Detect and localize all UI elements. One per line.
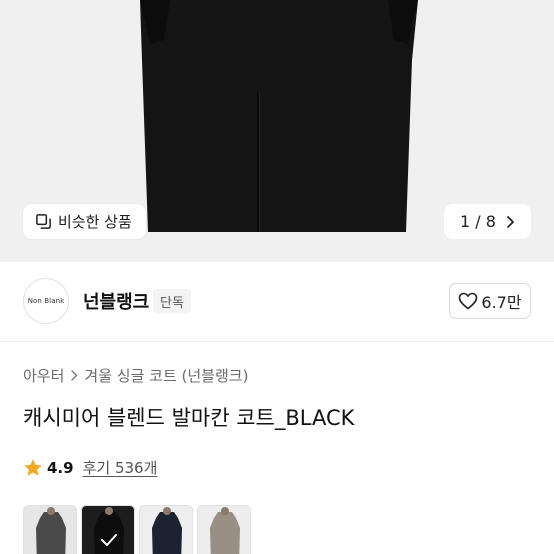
brand-logo[interactable]: Non Blank <box>23 278 69 324</box>
chevron-right-icon <box>71 370 78 381</box>
rating-score: 4.9 <box>47 458 74 477</box>
pager-text: 1 / 8 <box>460 212 496 231</box>
swatch-image <box>198 506 250 554</box>
pager-separator: / <box>475 212 481 231</box>
brand-name[interactable]: 넌블랭크 <box>83 288 149 314</box>
heart-icon <box>459 292 478 310</box>
image-pager[interactable]: 1 / 8 <box>444 204 531 239</box>
breadcrumb-item[interactable]: 겨울 싱글 코트 (넌블랭크) <box>84 365 248 386</box>
breadcrumb: 아우터 겨울 싱글 코트 (넌블랭크) <box>23 365 248 386</box>
exclusive-badge: 단독 <box>153 289 191 313</box>
brand-row: Non Blank 넌블랭크 단독 6.7만 <box>0 262 554 342</box>
brand-like-count: 6.7만 <box>481 293 522 312</box>
pager-current: 1 <box>460 212 471 231</box>
pager-total: 8 <box>485 212 496 231</box>
color-swatch-beige[interactable] <box>197 505 251 554</box>
product-image-gallery[interactable]: 비슷한 상품 1 / 8 <box>0 0 554 262</box>
swatch-image <box>140 506 192 554</box>
brand-logo-text: Non Blank <box>27 297 65 305</box>
breadcrumb-item[interactable]: 아우터 <box>23 365 64 386</box>
reviews-link[interactable]: 후기 536개 <box>83 457 158 478</box>
product-title: 캐시미어 블렌드 발마칸 코트_BLACK <box>23 406 355 430</box>
color-swatch-charcoal[interactable] <box>23 505 77 554</box>
rating-summary: 4.9 후기 536개 <box>23 457 157 478</box>
selected-check <box>82 506 134 554</box>
brand-like-button[interactable]: 6.7만 <box>449 283 531 319</box>
similar-products-label: 비슷한 상품 <box>58 213 132 231</box>
color-swatch-black[interactable] <box>81 505 135 554</box>
color-swatch-navy[interactable] <box>139 505 193 554</box>
chevron-right-icon <box>507 215 514 228</box>
star-icon <box>24 458 42 476</box>
color-options <box>23 505 251 554</box>
similar-products-button[interactable]: 비슷한 상품 <box>23 204 146 239</box>
checkmark-icon <box>101 534 117 546</box>
similar-icon <box>36 214 51 229</box>
swatch-image <box>24 506 76 554</box>
